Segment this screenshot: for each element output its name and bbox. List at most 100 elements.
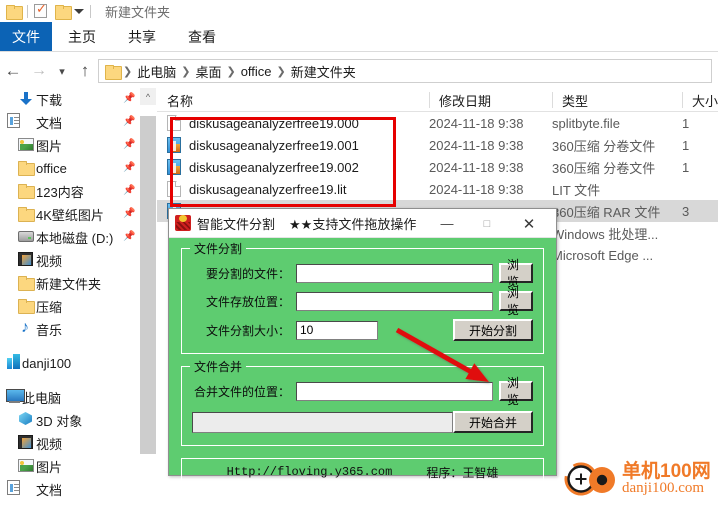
cell-size: 1 bbox=[682, 137, 690, 153]
column-header-name[interactable]: 名称 bbox=[157, 88, 429, 112]
sidebar-item-1[interactable]: 文档 📌 bbox=[0, 111, 140, 134]
dialog-body: 文件分割 要分割的文件： 浏览 文件存放位置： 浏览 文件分割大小： 开始分割 bbox=[169, 238, 556, 446]
sidebar-item-6[interactable]: 本地磁盘 (D:) 📌 bbox=[0, 226, 140, 249]
split-group-legend: 文件分割 bbox=[190, 240, 247, 257]
sidebar-item-7[interactable]: 视频 bbox=[0, 249, 140, 272]
scroll-up-icon[interactable]: ^ bbox=[140, 88, 156, 105]
sidebar-item-13[interactable]: 3D 对象 bbox=[0, 409, 140, 432]
sidebar-item-2[interactable]: 图片 📌 bbox=[0, 134, 140, 157]
cell-name[interactable]: diskusageanalyzerfree19.lit bbox=[167, 178, 347, 200]
sidebar-item-12[interactable]: 此电脑 bbox=[0, 386, 140, 409]
breadcrumb-item-1[interactable]: 桌面 bbox=[191, 62, 225, 81]
tab-view[interactable]: 查看 bbox=[172, 22, 232, 51]
sidebar-item-4[interactable]: 123内容 📌 bbox=[0, 180, 140, 203]
split-source-input[interactable] bbox=[296, 263, 493, 283]
dialog-footer: Http://floving.y365.com 程序：王智雄 bbox=[181, 458, 544, 486]
back-arrow-icon[interactable]: ← bbox=[0, 58, 26, 84]
watermark-logo-icon bbox=[564, 462, 615, 496]
merge-path-input[interactable] bbox=[296, 381, 493, 401]
tab-share[interactable]: 共享 bbox=[112, 22, 172, 51]
chevron-down-icon[interactable] bbox=[74, 8, 84, 14]
sidebar-item-15[interactable]: 图片 bbox=[0, 455, 140, 478]
split-size-input[interactable] bbox=[296, 320, 378, 340]
split-dest-input[interactable] bbox=[296, 291, 493, 311]
breadcrumb[interactable]: ❯ 此电脑 ❯ 桌面 ❯ office ❯ 新建文件夹 bbox=[98, 59, 712, 83]
sidebar-item-0[interactable]: 下载 📌 bbox=[0, 88, 140, 111]
file-explorer-window: 新建文件夹 文件 主页 共享 查看 ← → ▾ ↑ ❯ 此电脑 ❯ 桌面 ❯ o… bbox=[0, 0, 718, 507]
split-group: 文件分割 要分割的文件： 浏览 文件存放位置： 浏览 文件分割大小： 开始分割 bbox=[181, 240, 544, 354]
breadcrumb-item-2[interactable]: office bbox=[237, 64, 276, 79]
sidebar-item-9[interactable]: 压缩 bbox=[0, 295, 140, 318]
cell-name-text: diskusageanalyzerfree19.000 bbox=[189, 115, 359, 131]
archive-volume-icon bbox=[167, 159, 181, 175]
sidebar-item-label: 本地磁盘 (D:) bbox=[36, 231, 114, 246]
pin-icon[interactable]: 📌 bbox=[123, 208, 135, 220]
footer-url[interactable]: Http://floving.y365.com bbox=[227, 465, 393, 479]
file-splitter-dialog[interactable]: 智能文件分割 ★★支持文件拖放操作 — □ ✕ 文件分割 要分割的文件： 浏览 … bbox=[168, 208, 557, 486]
address-folder-icon bbox=[105, 64, 122, 80]
breadcrumb-item-0[interactable]: 此电脑 bbox=[133, 62, 180, 81]
properties-icon[interactable] bbox=[34, 2, 47, 18]
scrollbar-thumb[interactable] bbox=[140, 116, 156, 454]
pin-icon[interactable]: 📌 bbox=[123, 185, 135, 197]
cell-size: 3 bbox=[682, 203, 690, 219]
pin-icon[interactable]: 📌 bbox=[123, 116, 135, 128]
recent-locations-icon[interactable]: ▾ bbox=[52, 58, 72, 84]
sidebar-item-10[interactable]: 音乐 bbox=[0, 318, 140, 341]
sidebar-item-5[interactable]: 4K壁纸图片 📌 bbox=[0, 203, 140, 226]
folder-icon[interactable] bbox=[6, 4, 23, 20]
column-headers: 名称 修改日期 类型 大小 bbox=[157, 88, 718, 112]
pin-icon[interactable]: 📌 bbox=[123, 162, 135, 174]
table-row[interactable]: diskusageanalyzerfree19.001 2024-11-18 9:… bbox=[157, 134, 718, 156]
sidebar-item-14[interactable]: 视频 bbox=[0, 432, 140, 455]
start-split-button[interactable]: 开始分割 bbox=[453, 319, 533, 341]
tab-file-label: 文件 bbox=[12, 28, 40, 45]
pin-icon[interactable]: 📌 bbox=[123, 231, 135, 243]
sidebar-item-11[interactable]: danji100 bbox=[0, 352, 140, 375]
cell-name[interactable]: diskusageanalyzerfree19.001 bbox=[167, 134, 359, 156]
app-splitter-icon bbox=[175, 215, 191, 231]
up-arrow-icon[interactable]: ↑ bbox=[72, 58, 98, 84]
navpane-scrollbar[interactable]: ^ bbox=[140, 88, 156, 507]
3d-objects-icon bbox=[18, 411, 34, 427]
minimize-button[interactable]: — bbox=[430, 209, 464, 238]
cell-name[interactable]: diskusageanalyzerfree19.002 bbox=[167, 156, 359, 178]
cell-date: 2024-11-18 9:38 bbox=[429, 159, 524, 175]
archive-volume-icon bbox=[167, 137, 181, 153]
sidebar-item-label: 图片 bbox=[36, 460, 63, 475]
breadcrumb-sep: ❯ bbox=[276, 65, 286, 78]
merge-group: 文件合并 合并文件的位置： 浏览 开始合并 bbox=[181, 358, 544, 446]
sidebar-item-8[interactable]: 新建文件夹 bbox=[0, 272, 140, 295]
column-header-size[interactable]: 大小 bbox=[682, 88, 718, 112]
cell-name[interactable]: diskusageanalyzerfree19.000 bbox=[167, 112, 359, 134]
breadcrumb-sep: ❯ bbox=[181, 65, 191, 78]
tab-home[interactable]: 主页 bbox=[52, 22, 112, 51]
new-folder-icon[interactable] bbox=[55, 4, 72, 20]
footer-author: 程序：王智雄 bbox=[426, 465, 499, 480]
close-button[interactable]: ✕ bbox=[512, 209, 546, 238]
pictures-icon bbox=[18, 459, 34, 472]
merge-browse-button[interactable]: 浏览 bbox=[499, 376, 533, 407]
folder-icon bbox=[18, 183, 35, 199]
pin-icon[interactable]: 📌 bbox=[123, 93, 135, 105]
column-header-date[interactable]: 修改日期 bbox=[429, 88, 552, 112]
sidebar-item-16[interactable]: 文档 bbox=[0, 478, 140, 501]
maximize-button[interactable]: □ bbox=[470, 209, 504, 238]
sidebar-item-label: danji100 bbox=[22, 356, 72, 371]
split-source-browse-button[interactable]: 浏览 bbox=[499, 258, 533, 289]
start-merge-button[interactable]: 开始合并 bbox=[453, 411, 533, 433]
dialog-title-bar[interactable]: 智能文件分割 ★★支持文件拖放操作 — □ ✕ bbox=[169, 209, 556, 238]
pin-icon[interactable]: 📌 bbox=[123, 139, 135, 151]
tab-file[interactable]: 文件 bbox=[0, 22, 52, 51]
column-header-type[interactable]: 类型 bbox=[552, 88, 682, 112]
table-row[interactable]: diskusageanalyzerfree19.002 2024-11-18 9:… bbox=[157, 156, 718, 178]
breadcrumb-item-3[interactable]: 新建文件夹 bbox=[287, 62, 360, 81]
forward-arrow-icon[interactable]: → bbox=[26, 58, 52, 84]
cell-type: 360压缩 分卷文件 bbox=[552, 160, 656, 176]
split-dest-browse-button[interactable]: 浏览 bbox=[499, 286, 533, 317]
navigation-pane[interactable]: 下载 📌 文档 📌 图片 📌 office 📌 123内容 📌 4K壁纸图片 📌 本地磁盘 (D:) 📌 视… bbox=[0, 88, 140, 507]
table-row[interactable]: diskusageanalyzerfree19.000 2024-11-18 9:… bbox=[157, 112, 718, 134]
split-size-row: 文件分割大小： 开始分割 bbox=[192, 319, 533, 341]
table-row[interactable]: diskusageanalyzerfree19.lit 2024-11-18 9:… bbox=[157, 178, 718, 200]
sidebar-item-3[interactable]: office 📌 bbox=[0, 157, 140, 180]
